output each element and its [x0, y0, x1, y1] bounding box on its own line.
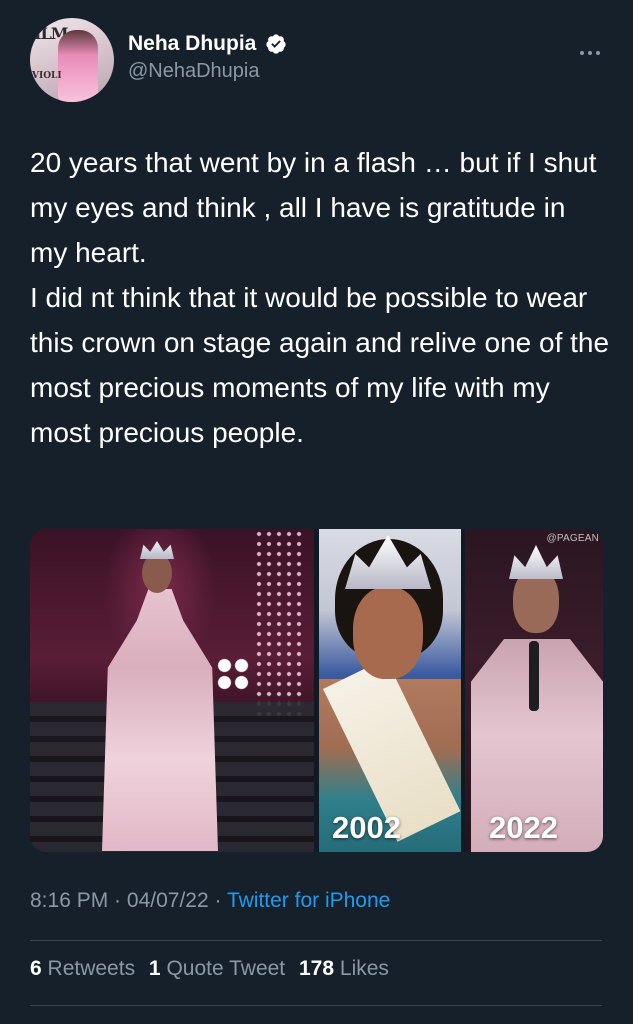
- crown-icon: [345, 535, 431, 589]
- user-handle[interactable]: @NehaDhupia: [128, 60, 287, 83]
- stage-logo: [216, 657, 250, 691]
- crown-icon: [509, 545, 563, 579]
- likes-label: Likes: [339, 957, 389, 980]
- year-label-2022: 2022: [489, 810, 558, 845]
- crown-icon: [140, 541, 174, 559]
- microphone-icon: [529, 641, 539, 711]
- likes-stat[interactable]: 178 Likes: [299, 957, 389, 980]
- media-watermark: @PAGEAN: [546, 533, 599, 544]
- quotes-label: Quote Tweet: [166, 957, 286, 980]
- face-figure: [353, 587, 423, 679]
- year-label-2002: 2002: [332, 810, 401, 845]
- tweet-meta: 8:16 PM · 04/07/22 · Twitter for iPhone: [30, 889, 390, 913]
- avatar-figure: [58, 30, 98, 102]
- avatar[interactable]: ILM VIOLI: [30, 18, 114, 102]
- retweets-stat[interactable]: 6 Retweets: [30, 957, 135, 980]
- media-photo-stage[interactable]: [30, 529, 314, 852]
- more-horizontal-icon[interactable]: [578, 42, 608, 55]
- gown-figure: [102, 589, 218, 851]
- display-name[interactable]: Neha Dhupia: [128, 32, 256, 56]
- likes-count: 178: [299, 957, 335, 980]
- divider: [30, 1005, 602, 1006]
- tweet-text: 20 years that went by in a flash … but i…: [30, 140, 610, 455]
- meta-separator: ·: [108, 889, 127, 912]
- tweet-paragraph-2: I did nt think that it would be possible…: [30, 282, 610, 448]
- tweet-paragraph-1: 20 years that went by in a flash … but i…: [30, 147, 597, 268]
- retweets-label: Retweets: [47, 957, 136, 980]
- head-figure: [142, 553, 172, 593]
- quotes-stat[interactable]: 1 Quote Tweet: [149, 957, 285, 980]
- tweet-source-link[interactable]: Twitter for iPhone: [227, 889, 390, 912]
- divider: [30, 940, 602, 941]
- tweet-stats: 6 Retweets 1 Quote Tweet 178 Likes: [30, 957, 397, 981]
- tweet-media[interactable]: @PAGEAN 2002 2022: [30, 529, 603, 852]
- stage-lights: [254, 529, 306, 719]
- meta-separator: ·: [208, 889, 227, 912]
- media-photo-2022[interactable]: @PAGEAN: [465, 529, 603, 852]
- retweets-count: 6: [30, 957, 42, 980]
- media-photo-2002[interactable]: [319, 529, 461, 852]
- avatar-cover-subtitle: VIOLI: [32, 71, 62, 81]
- tweet-date[interactable]: 04/07/22: [127, 889, 209, 912]
- tweet-time[interactable]: 8:16 PM: [30, 889, 108, 912]
- verified-badge-icon: [266, 34, 286, 54]
- quotes-count: 1: [148, 957, 161, 980]
- author-info: Neha Dhupia @NehaDhupia: [128, 32, 287, 83]
- tweet-header: ILM VIOLI Neha Dhupia @NehaDhupia: [30, 18, 610, 104]
